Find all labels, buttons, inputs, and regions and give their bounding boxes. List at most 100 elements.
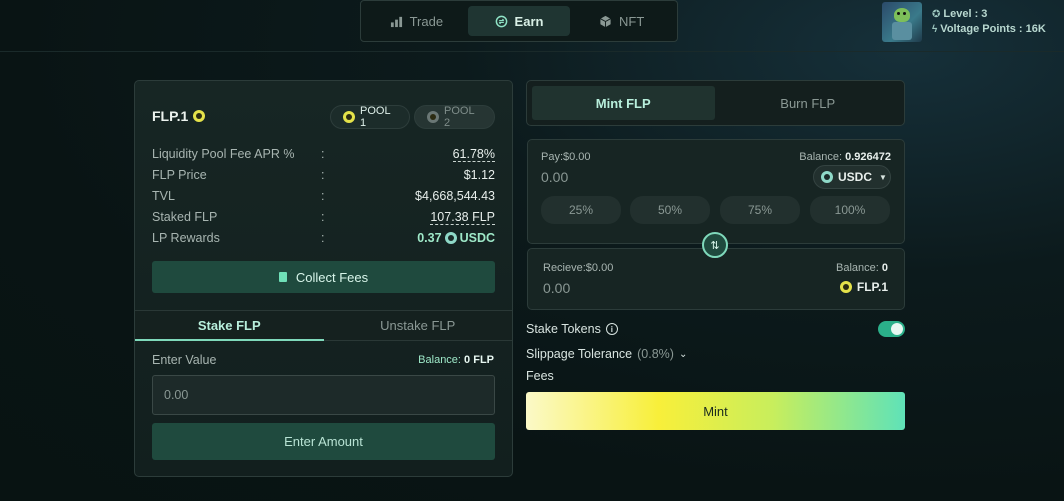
bookmark-icon (278, 272, 287, 282)
stat-row-apr: Liquidity Pool Fee APR % : 61.78% (152, 147, 495, 165)
pct-50-button[interactable]: 50% (630, 196, 710, 224)
swap-arrows-icon: ⇅ (710, 239, 720, 252)
caret-down-icon: ▼ (879, 172, 887, 182)
pay-token-label: USDC (838, 170, 873, 184)
stat-row-staked: Staked FLP : 107.38 FLP (152, 210, 495, 228)
tab-trade-label: Trade (409, 13, 444, 29)
mint-button[interactable]: Mint (526, 392, 905, 430)
info-icon[interactable]: i (605, 323, 618, 335)
level-text: Level : 3 (943, 8, 988, 20)
pool-1-label: POOL 1 (360, 105, 391, 129)
balance-prefix: Balance: (418, 354, 461, 366)
tab-earn-label: Earn (514, 13, 544, 29)
pool-1-button[interactable]: POOL 1 (330, 105, 410, 129)
panel-title: FLP.1 (152, 108, 206, 124)
pct-25-button[interactable]: 25% (541, 196, 621, 224)
cube-icon (600, 15, 611, 27)
voltage-points: ϟ Voltage Points : 16K (932, 23, 1046, 35)
receive-token: FLP.1 (839, 280, 888, 294)
level-badge: ✪ Level : 3 (932, 8, 1046, 20)
flp-coin-icon (193, 110, 206, 122)
stat-value: 107.38 FLP (430, 210, 495, 225)
chart-icon (390, 16, 402, 27)
pay-box: Pay:$0.00 Balance: 0.926472 0.00 USDC ▼ … (527, 139, 905, 244)
receive-amount: 0.00 (543, 280, 571, 296)
tab-earn[interactable]: Earn (467, 6, 571, 36)
stat-row-price: FLP Price : $1.12 (152, 168, 495, 186)
stat-sep: : (321, 189, 325, 203)
stake-tokens-row: Stake Tokens i (526, 322, 618, 336)
stake-tabs: Stake FLP Unstake FLP (135, 310, 512, 341)
flp-coin-icon (839, 281, 852, 293)
chevron-down-icon: ⌄ (678, 348, 688, 360)
stat-row-rewards: LP Rewards : 0.37 USDC (152, 231, 495, 249)
stat-key: LP Rewards (152, 231, 220, 245)
enter-amount-button[interactable]: Enter Amount (152, 423, 495, 460)
receive-balance-prefix: Balance: (836, 262, 879, 274)
usdc-coin-icon (821, 171, 833, 183)
pay-token-select[interactable]: USDC ▼ (813, 165, 891, 189)
mint-burn-tabs: Mint FLP Burn FLP (526, 80, 905, 126)
fees-label: Fees (526, 369, 554, 383)
stat-sep: : (321, 210, 325, 224)
stat-key: FLP Price (152, 168, 207, 182)
collect-fees-label: Collect Fees (295, 269, 369, 285)
enter-value-label: Enter Value (152, 353, 217, 367)
stat-value: 61.78% (452, 147, 495, 162)
tab-unstake-flp[interactable]: Unstake FLP (324, 311, 513, 340)
receive-token-label: FLP.1 (856, 280, 888, 294)
stake-amount-input[interactable]: 0.00 (152, 375, 495, 415)
collect-fees-button[interactable]: Collect Fees (152, 261, 495, 293)
stake-balance: Balance: 0 FLP (418, 354, 494, 366)
voltage-text: Voltage Points : 16K (940, 23, 1046, 35)
tab-trade[interactable]: Trade (365, 6, 468, 36)
rewards-unit: USDC (459, 231, 495, 245)
stat-value: 0.37 USDC (417, 231, 495, 245)
pool-2-button[interactable]: POOL 2 (414, 105, 495, 129)
top-bar: Trade Earn NFT ✪ Level : 3 ϟ Voltage Point… (0, 0, 1064, 52)
stake-tokens-label: Stake Tokens (526, 322, 601, 336)
stake-tokens-toggle[interactable] (878, 321, 905, 337)
fees-row: Fees (526, 369, 554, 383)
stat-sep: : (321, 231, 325, 245)
tab-mint-flp[interactable]: Mint FLP (532, 86, 715, 120)
pct-100-button[interactable]: 100% (810, 196, 890, 224)
user-profile[interactable]: ✪ Level : 3 ϟ Voltage Points : 16K (882, 2, 1046, 42)
pay-balance: Balance: 0.926472 (799, 151, 891, 163)
stake-amount-placeholder: 0.00 (164, 388, 189, 402)
stat-row-tvl: TVL : $4,668,544.43 (152, 189, 495, 207)
main-nav: Trade Earn NFT (360, 0, 678, 42)
stat-key: Staked FLP (152, 210, 218, 224)
tab-stake-flp[interactable]: Stake FLP (135, 311, 324, 341)
slippage-label: Slippage Tolerance (526, 347, 633, 361)
receive-label: Recieve:$0.00 (543, 262, 614, 274)
level-icon: ✪ (932, 8, 941, 20)
pay-amount-input[interactable]: 0.00 (541, 169, 568, 185)
pay-label: Pay:$0.00 (541, 151, 591, 163)
swap-icon (495, 15, 507, 27)
swap-direction-button[interactable]: ⇅ (702, 232, 728, 258)
stat-key: Liquidity Pool Fee APR % (152, 147, 295, 161)
receive-balance-value: 0 (881, 262, 888, 274)
tab-nft[interactable]: NFT (570, 6, 673, 36)
stat-sep: : (321, 168, 325, 182)
pool-1-coin-icon (343, 111, 355, 123)
stake-panel: FLP.1 POOL 1 POOL 2 Liquidity Pool Fee A… (134, 80, 513, 477)
stat-value: $4,668,544.43 (415, 189, 495, 203)
tab-nft-label: NFT (619, 13, 645, 29)
tab-burn-flp[interactable]: Burn FLP (717, 86, 900, 120)
avatar[interactable] (882, 2, 922, 42)
pay-balance-prefix: Balance: (799, 151, 843, 163)
slippage-row[interactable]: Slippage Tolerance (0.8%) ⌄ (526, 347, 687, 361)
stat-sep: : (321, 147, 325, 161)
rewards-amount: 0.37 (417, 231, 442, 245)
usdc-coin-icon (444, 232, 457, 244)
stat-value: $1.12 (463, 168, 495, 182)
panel-title-text: FLP.1 (152, 108, 189, 124)
slippage-value: (0.8%) (637, 347, 674, 361)
receive-balance: Balance: 0 (836, 262, 888, 274)
pay-balance-value: 0.926472 (845, 151, 891, 163)
bolt-icon: ϟ (932, 23, 938, 35)
pct-75-button[interactable]: 75% (720, 196, 800, 224)
pool-2-label: POOL 2 (444, 105, 475, 129)
